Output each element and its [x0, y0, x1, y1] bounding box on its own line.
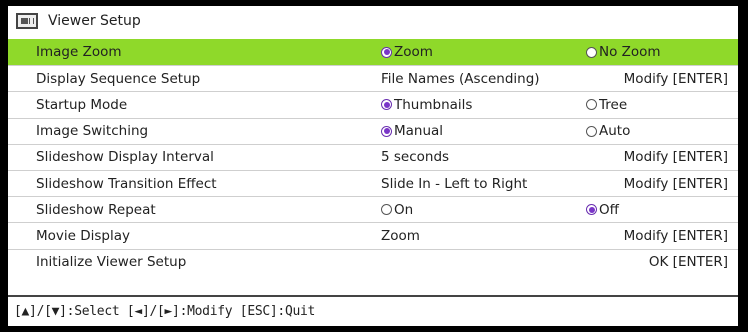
setting-row[interactable]: Image Zoom Zoom No Zoom	[8, 39, 738, 66]
setting-value: 5 seconds	[381, 149, 450, 166]
radio-option[interactable]: On	[381, 197, 413, 222]
radio-unselected-icon	[586, 125, 597, 137]
viewer-icon	[16, 13, 38, 29]
radio-option-label: On	[394, 201, 414, 218]
setting-label: Initialize Viewer Setup	[36, 254, 187, 271]
radio-unselected-icon	[586, 99, 597, 111]
setting-label: Slideshow Transition Effect	[36, 175, 217, 192]
radio-option-label: Off	[599, 201, 619, 218]
radio-option[interactable]: Zoom	[381, 39, 433, 65]
setting-row[interactable]: Slideshow Repeat On Off	[8, 196, 738, 222]
modify-action[interactable]: Modify [ENTER]	[624, 223, 728, 248]
screen-frame: Viewer Setup Image Zoom Zoom No Zoom Displa…	[0, 0, 748, 332]
status-bar: [▲]/[▼]:Select [◄]/[►]:Modify [ESC]:Quit	[8, 295, 738, 326]
key-hints: [▲]/[▼]:Select [◄]/[►]:Modify [ESC]:Quit	[14, 304, 316, 319]
radio-option-label: Manual	[394, 123, 444, 140]
setting-label: Slideshow Repeat	[36, 201, 156, 218]
radio-option-label: Auto	[599, 123, 631, 140]
setting-row[interactable]: Image Switching Manual Auto	[8, 117, 738, 144]
title-bar: Viewer Setup	[8, 6, 738, 36]
setting-value: Slide In - Left to Right	[381, 175, 528, 192]
radio-option-label: Tree	[599, 96, 628, 113]
setting-row[interactable]: Startup Mode Thumbnails Tree	[8, 91, 738, 117]
setting-label: Image Zoom	[36, 44, 122, 61]
window-title: Viewer Setup	[48, 13, 141, 29]
radio-unselected-icon	[586, 46, 597, 58]
radio-option-label: No Zoom	[599, 44, 661, 61]
setting-value: Zoom	[381, 227, 420, 244]
setting-value: File Names (Ascending)	[381, 70, 540, 87]
setting-row[interactable]: Initialize Viewer Setup OK [ENTER]	[8, 248, 738, 275]
radio-option[interactable]: Tree	[586, 92, 627, 117]
radio-option[interactable]: Manual	[381, 119, 443, 144]
setting-label: Slideshow Display Interval	[36, 149, 214, 166]
radio-selected-icon	[381, 125, 392, 137]
radio-option[interactable]: Off	[586, 197, 619, 222]
radio-option[interactable]: Auto	[586, 119, 630, 144]
radio-selected-icon	[586, 204, 597, 216]
setting-label: Movie Display	[36, 227, 131, 244]
setting-label: Startup Mode	[36, 96, 128, 113]
setting-label: Image Switching	[36, 123, 149, 140]
radio-unselected-icon	[381, 204, 392, 216]
radio-option[interactable]: Thumbnails	[381, 92, 472, 117]
settings-list: Image Zoom Zoom No Zoom Display Sequence Se…	[8, 39, 738, 275]
modify-action[interactable]: Modify [ENTER]	[624, 145, 728, 170]
setting-row[interactable]: Slideshow Transition Effect Slide In - Le…	[8, 169, 738, 196]
setting-label: Display Sequence Setup	[36, 70, 201, 87]
setting-row[interactable]: Display Sequence Setup File Names (Ascend…	[8, 65, 738, 91]
viewer-setup-window: Viewer Setup Image Zoom Zoom No Zoom Displa…	[8, 6, 738, 326]
radio-option-label: Thumbnails	[394, 96, 473, 113]
radio-option[interactable]: No Zoom	[586, 39, 661, 65]
radio-option-label: Zoom	[394, 44, 433, 61]
ok-action[interactable]: OK [ENTER]	[649, 250, 728, 275]
setting-row[interactable]: Slideshow Display Interval 5 seconds Modif…	[8, 143, 738, 170]
radio-selected-icon	[381, 99, 392, 111]
radio-selected-icon	[381, 46, 392, 58]
setting-row[interactable]: Movie Display Zoom Modify [ENTER]	[8, 222, 738, 248]
modify-action[interactable]: Modify [ENTER]	[624, 171, 728, 196]
modify-action[interactable]: Modify [ENTER]	[624, 66, 728, 91]
